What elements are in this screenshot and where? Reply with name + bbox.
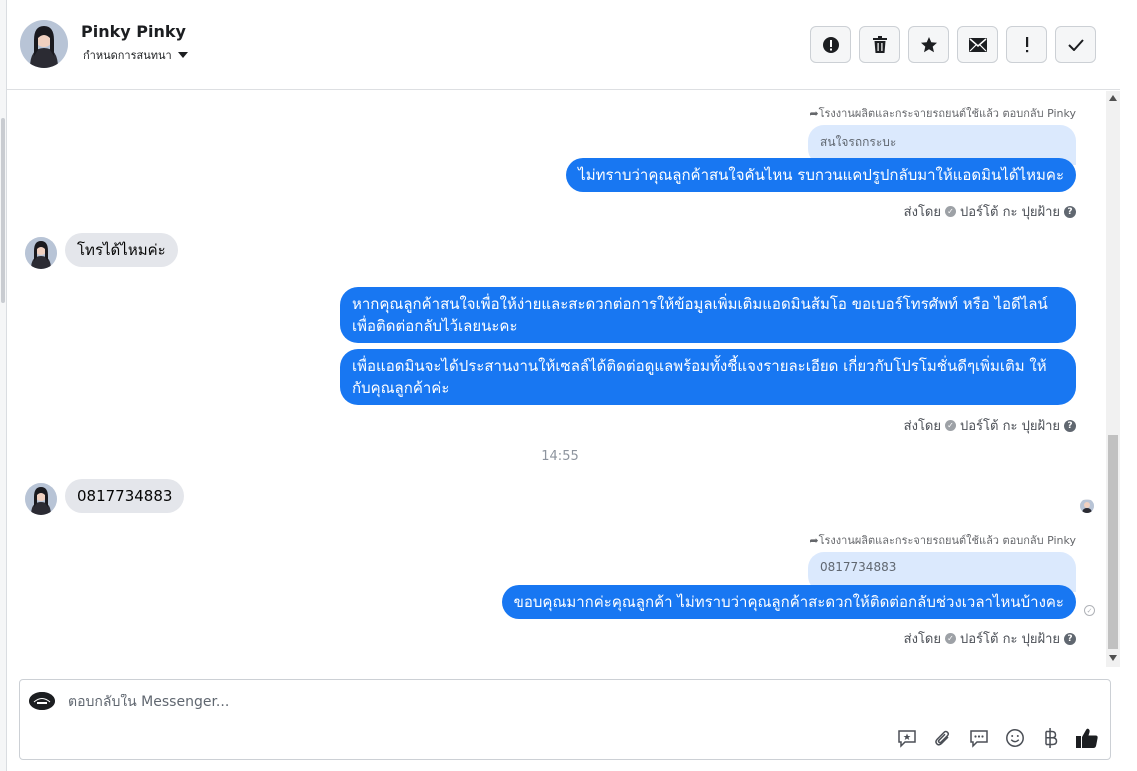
sender-name[interactable]: ปอร์โต้ กะ ปุยฝ้าย — [960, 415, 1060, 436]
contact-name[interactable]: Pinky Pinky — [81, 22, 186, 41]
checkmark-icon — [1067, 38, 1084, 51]
scroll-up-arrow-icon[interactable] — [1109, 95, 1117, 101]
message-timestamp: 14:55 — [541, 449, 579, 464]
page-avatar — [29, 692, 55, 710]
contact-avatar[interactable] — [20, 20, 68, 68]
alert-circle-icon — [822, 36, 839, 53]
sent-by-line: ส่งโดย ✓ ปอร์โต้ กะ ปุยฝ้าย ? — [904, 628, 1076, 649]
sent-by-line: ส่งโดย ✓ ปอร์โต้ กะ ปุยฝ้าย ? — [904, 415, 1076, 436]
composer-tools — [896, 727, 1098, 749]
left-panel-edge — [0, 0, 7, 771]
like-icon[interactable] — [1076, 727, 1098, 749]
verified-icon: ✓ — [945, 206, 956, 217]
reply-arrow-icon: ➦ — [809, 534, 819, 547]
reply-note: ➦โรงงานผลิตและกระจายรถยนต์ใช้แล้ว ตอบกลั… — [809, 534, 1076, 547]
mark-done-button[interactable] — [1055, 26, 1096, 63]
outgoing-message[interactable]: เพื่อแอดมินจะได้ประสานงานให้เซลล์ได้ติดต… — [340, 349, 1076, 405]
reply-note: ➦โรงงานผลิตและกระจายรถยนต์ใช้แล้ว ตอบกลั… — [809, 107, 1076, 120]
reply-input[interactable] — [68, 694, 868, 710]
help-icon[interactable]: ? — [1064, 632, 1076, 645]
seen-indicator-avatar — [1080, 499, 1094, 513]
verified-icon: ✓ — [945, 633, 956, 644]
help-icon[interactable]: ? — [1064, 205, 1076, 218]
incoming-message[interactable]: 0817734883 — [65, 479, 185, 513]
sender-name[interactable]: ปอร์โต้ กะ ปุยฝ้าย — [960, 201, 1060, 222]
envelope-icon — [968, 37, 987, 52]
scroll-down-arrow-icon[interactable] — [1109, 655, 1117, 661]
mark-unread-button[interactable] — [957, 26, 998, 63]
left-scrollbar-thumb[interactable] — [1, 118, 5, 303]
message-composer — [19, 679, 1111, 760]
follow-up-button[interactable] — [1006, 26, 1047, 63]
saved-replies-icon[interactable] — [968, 727, 990, 749]
help-icon[interactable]: ? — [1064, 419, 1076, 432]
conversation-label-dropdown[interactable]: กำหนดการสนทนา — [83, 46, 188, 64]
exclamation-icon — [1025, 36, 1028, 52]
outgoing-message[interactable]: ขอบคุณมากค่ะคุณลูกค้า ไม่ทราบว่าคุณลูกค้… — [501, 585, 1076, 619]
delete-button[interactable] — [859, 26, 900, 63]
contact-avatar-small[interactable] — [25, 483, 57, 515]
sticker-icon[interactable] — [896, 727, 918, 749]
sent-by-line: ส่งโดย ✓ ปอร์โต้ กะ ปุยฝ้าย ? — [904, 201, 1076, 222]
baht-payment-icon[interactable] — [1040, 727, 1062, 749]
attachment-icon[interactable] — [932, 727, 954, 749]
contact-avatar-small[interactable] — [25, 237, 57, 269]
trash-icon — [872, 35, 887, 53]
star-icon — [920, 36, 937, 52]
caret-down-icon — [177, 52, 188, 58]
outgoing-message[interactable]: หากคุณลูกค้าสนใจเพื่อให้ง่ายและสะดวกต่อก… — [340, 287, 1076, 343]
scrollbar-thumb[interactable] — [1108, 435, 1118, 649]
header-actions — [810, 26, 1096, 63]
mark-spam-button[interactable] — [810, 26, 851, 63]
conversation-header: Pinky Pinky กำหนดการสนทนา — [7, 0, 1120, 90]
message-thread[interactable]: ➦โรงงานผลิตและกระจายรถยนต์ใช้แล้ว ตอบกลั… — [7, 91, 1120, 667]
reply-arrow-icon: ➦ — [809, 107, 819, 120]
verified-icon: ✓ — [945, 420, 956, 431]
emoji-icon[interactable] — [1004, 727, 1026, 749]
sender-name[interactable]: ปอร์โต้ กะ ปุยฝ้าย — [960, 628, 1060, 649]
outgoing-message[interactable]: ไม่ทราบว่าคุณลูกค้าสนใจคันไหน รบกวนแคปรู… — [566, 158, 1076, 192]
conversation-label-text: กำหนดการสนทนา — [83, 49, 172, 62]
delivered-check-icon: ✓ — [1084, 605, 1095, 616]
star-button[interactable] — [908, 26, 949, 63]
thread-scrollbar[interactable] — [1106, 91, 1120, 667]
incoming-message[interactable]: โทรได้ไหมค่ะ — [65, 233, 178, 267]
